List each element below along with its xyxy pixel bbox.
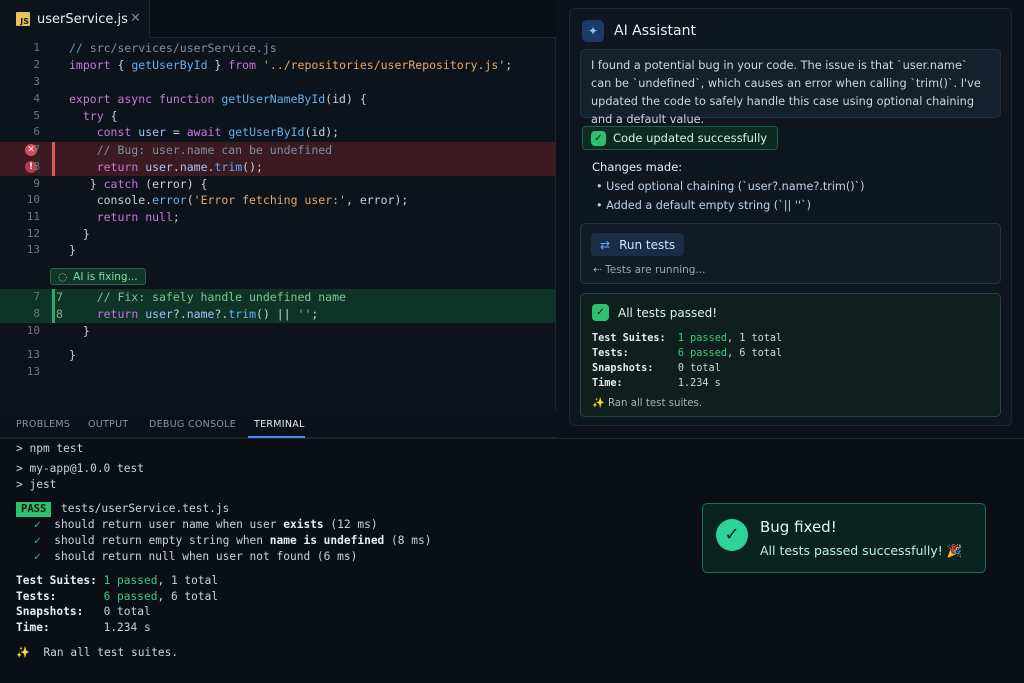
code-line-1[interactable]: 1// src/services/userService.js [0,40,556,57]
ai-fixing-badge: ◌ AI is fixing... [50,268,146,285]
code-line-5[interactable]: 5 try { [0,108,556,125]
check-icon: ✓ [34,534,41,547]
code-line-2[interactable]: 2 import { getUserById } from '../reposit… [0,57,556,74]
sparkle-icon: ✦ [582,20,604,42]
pass-badge: PASS [16,502,52,517]
test-file: tests/userService.test.js [61,502,230,515]
check-icon: ✓ [34,518,41,531]
code-line-3[interactable]: 3 [0,74,556,91]
test-result: ✓ should return user name when user exis… [34,518,378,531]
terminal-line: > jest [16,478,57,491]
summary-suites: Test Suites: 1 passed, 1 total [16,574,219,587]
result-tests: Tests: 6 passed, 6 total [592,348,783,359]
tab-userservice[interactable]: JS userService.js ✕ [0,0,150,38]
tab-debug-console[interactable]: DEBUG CONSOLE [149,419,236,430]
sparkle-icon: ✨ [16,646,30,659]
fixed-line-12[interactable]: 13} [0,347,556,364]
code-line-10[interactable]: 10 console.error('Error fetching user:',… [0,192,556,209]
test-results-card: ✓ All tests passed! Test Suites: 1 passed… [580,293,1001,417]
check-icon: ✓ [592,304,609,321]
code-line-8-error[interactable]: ! 8 return user.name.trim(); [0,159,556,176]
ai-assistant-panel: ✦ AI Assistant I found a potential bug i… [569,8,1012,426]
panel-tab-bar: PROBLEMS OUTPUT DEBUG CONSOLE TERMINAL [0,410,556,438]
ran-all: ✨ Ran all test suites. [592,398,703,409]
spinner-icon: ◌ [58,270,68,283]
change-item: • Used optional chaining (`user?.name?.t… [596,180,865,193]
close-icon[interactable]: ✕ [130,11,141,26]
check-icon: ✓ [34,550,41,563]
code-updated-badge: ✓ Code updated successfully [582,126,779,150]
tests-running-status: ⇠ Tests are running... [593,264,706,276]
changes-title: Changes made: [592,160,683,174]
toast-title: Bug fixed! [760,518,837,536]
terminal-line: > my-app@1.0.0 test [16,462,144,475]
check-icon: ✓ [716,519,748,551]
code-line-12[interactable]: 12 } [0,226,556,243]
run-tests-card: ⇄ Run tests ⇠ Tests are running... [580,223,1001,284]
summary-time: Time: 1.234 s [16,621,151,634]
assistant-header: ✦ AI Assistant [582,19,696,43]
code-editor[interactable]: JS userService.js ✕ 1// src/services/use… [0,0,556,410]
fixed-line-7[interactable]: 77 // Fix: safely handle undefined name [0,289,556,306]
code-line-4[interactable]: 4 export async function getUserNameById(i… [0,91,556,108]
code-line-11[interactable]: 11 return null; [0,209,556,226]
tab-problems[interactable]: PROBLEMS [16,419,70,430]
result-snapshots: Snapshots: 0 total [592,363,721,374]
results-header: ✓ All tests passed! [592,304,717,321]
result-suites: Test Suites: 1 passed, 1 total [592,333,783,344]
toast-subtitle: All tests passed successfully! 🎉 [760,543,963,558]
tab-filename: userService.js [37,11,128,27]
run-icon: ⇄ [600,237,611,252]
check-icon: ✓ [591,130,606,146]
test-result: ✓ should return empty string when name i… [34,534,432,547]
summary-snapshots: Snapshots: 0 total [16,605,151,618]
summary-tests: Tests: 6 passed, 6 total [16,590,219,603]
editor-tab-bar: JS userService.js ✕ [0,0,556,38]
tab-output[interactable]: OUTPUT [88,419,129,430]
test-result: ✓ should return null when user not found… [34,550,358,563]
code-line-7-error[interactable]: ✕ 7 // Bug: user.name can be undefined [0,142,556,159]
terminal-cmd: > npm test [16,442,84,455]
code-line-9[interactable]: 9 } catch (error) { [0,176,556,193]
code-line-13[interactable]: 13} [0,242,556,259]
code-line-6[interactable]: 6 const user = await getUserById(id); [0,124,556,141]
change-item: • Added a default empty string (`|| ''`) [596,199,811,212]
tab-terminal[interactable]: TERMINAL [254,419,305,430]
fixed-line-9[interactable]: 10 } [0,323,556,340]
bug-fixed-toast[interactable]: ✓ Bug fixed! All tests passed successful… [702,503,986,573]
run-tests-button[interactable]: ⇄ Run tests [591,233,685,256]
ran-all: ✨ Ran all test suites. [16,646,179,659]
sparkle-icon: ✨ [592,398,605,409]
fixed-line-8[interactable]: 88 return user?.name?.trim() || ''; [0,306,556,323]
fixed-line-13[interactable]: 13 [0,364,556,381]
code-import: import { getUserById } from '../reposito… [69,58,513,72]
assistant-message: I found a potential bug in your code. Th… [580,49,1001,126]
result-time: Time: 1.234 s [592,378,721,389]
assistant-title: AI Assistant [614,23,696,39]
javascript-file-icon: JS [16,12,30,26]
